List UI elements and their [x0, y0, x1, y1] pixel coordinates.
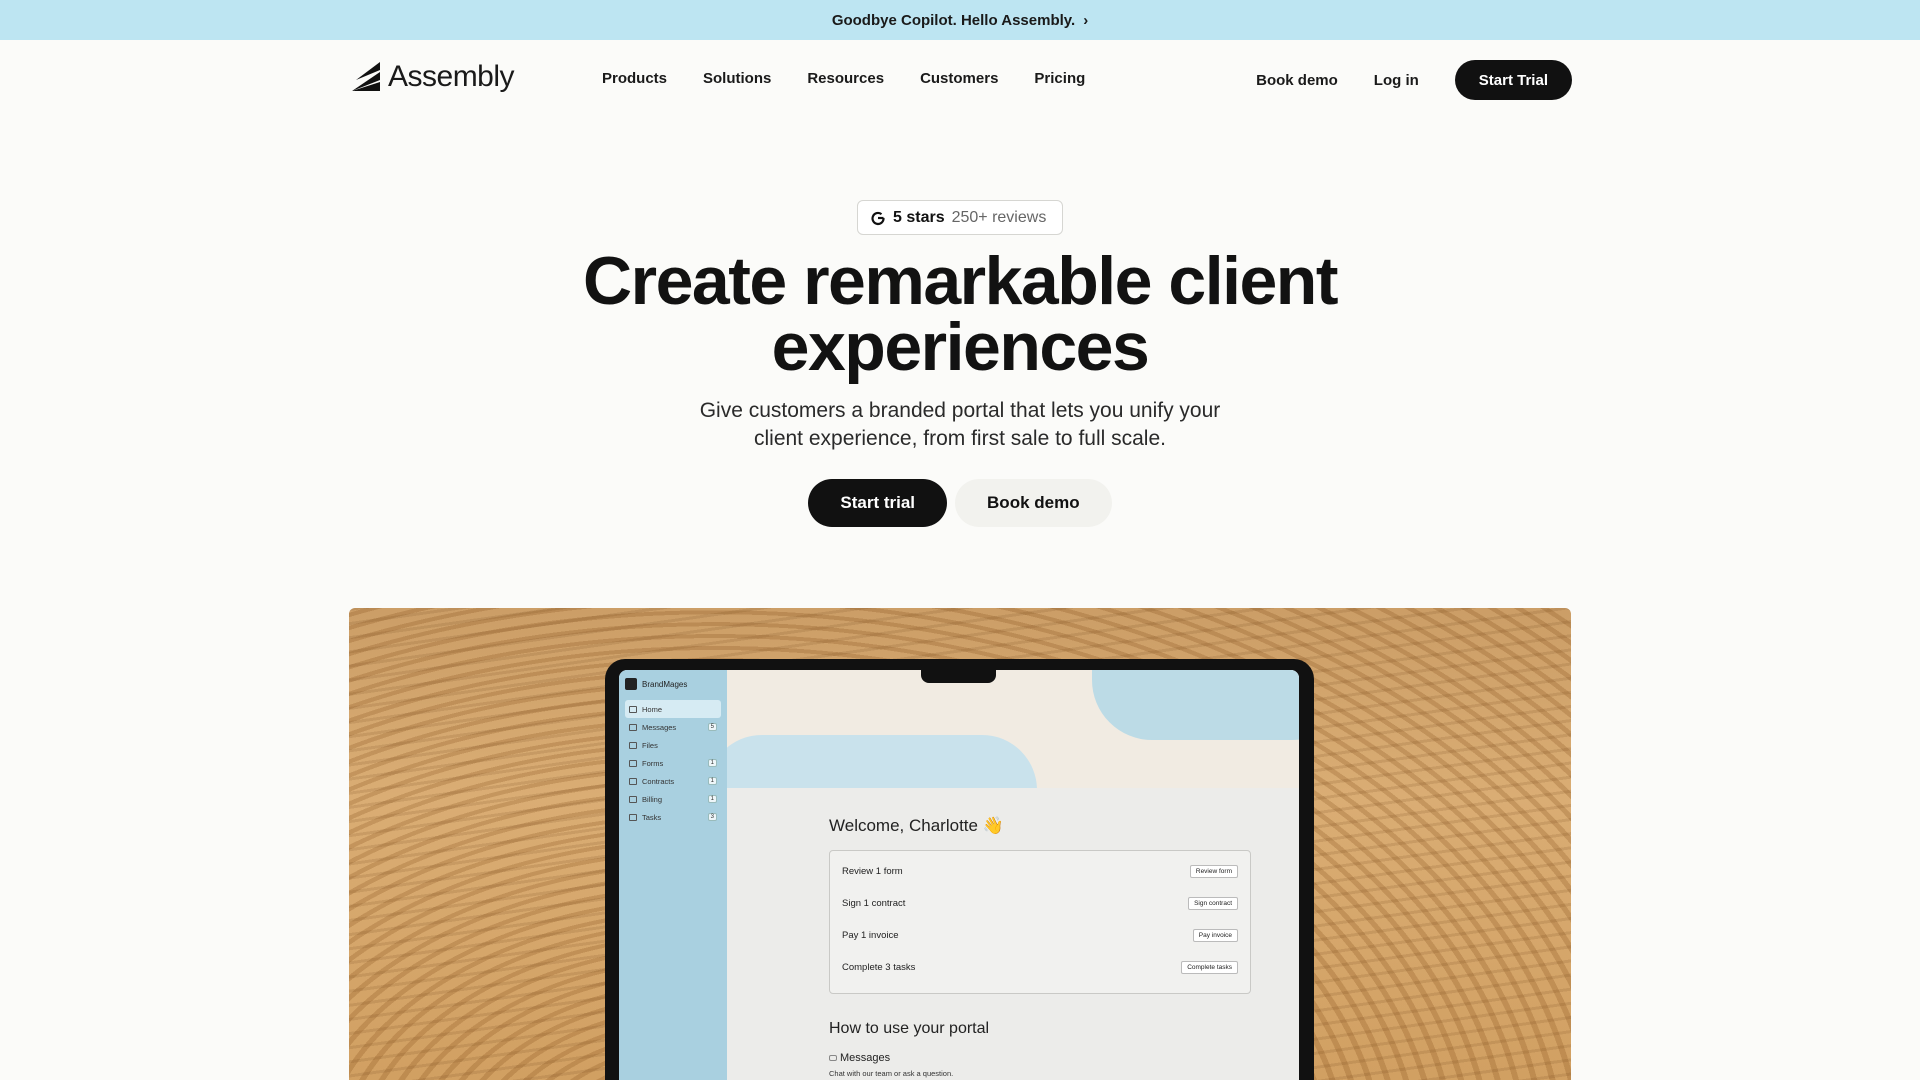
portal-sidebar-item-home[interactable]: Home [625, 700, 721, 718]
pay-invoice-button[interactable]: Pay invoice [1192, 928, 1238, 942]
portal-sidebar-item-messages[interactable]: Messages 5 [625, 718, 721, 736]
laptop-frame: BrandMages Home Messages 5 Files Forms 1 C… [605, 659, 1314, 1080]
task-label: Pay 1 invoice [842, 929, 899, 941]
review-form-button[interactable]: Review form [1189, 864, 1238, 878]
portal-sidebar-label: Home [642, 704, 663, 714]
task-row: Complete 3 tasks Complete tasks [842, 951, 1238, 983]
banner-shape [1092, 670, 1299, 740]
task-row: Review 1 form Review form [842, 855, 1238, 887]
nav-actions: Book demo Log in Start Trial [1256, 60, 1572, 100]
message-icon [629, 723, 637, 731]
portal-sidebar-label: Billing [642, 794, 663, 804]
announcement-bar[interactable]: Goodbye Copilot. Hello Assembly. › [0, 0, 1920, 40]
portal-banner [727, 670, 1299, 788]
portal-sidebar-label: Messages [642, 722, 677, 732]
task-row: Pay 1 invoice Pay invoice [842, 919, 1238, 951]
task-label: Review 1 form [842, 865, 903, 877]
folder-icon [629, 741, 637, 749]
rating-reviews: 250+ reviews [951, 208, 1047, 226]
nav-links: Products Solutions Resources Customers P… [602, 70, 1085, 87]
task-label: Complete 3 tasks [842, 961, 916, 973]
nav-item-pricing[interactable]: Pricing [1034, 70, 1085, 87]
nav-item-solutions[interactable]: Solutions [703, 70, 771, 87]
rating-badge[interactable]: 5 stars 250+ reviews [857, 200, 1063, 235]
portal-sidebar-label: Contracts [642, 776, 675, 786]
portal-brand-name: BrandMages [642, 679, 688, 689]
hero-subtitle-line1: Give customers a branded portal that let… [699, 399, 1221, 422]
nav-item-products[interactable]: Products [602, 70, 667, 87]
portal-sidebar-item-contracts[interactable]: Contracts 1 [625, 772, 721, 790]
portal-sidebar-item-tasks[interactable]: Tasks 3 [625, 808, 721, 826]
hero-product-image: BrandMages Home Messages 5 Files Forms 1 C… [349, 608, 1571, 1080]
contract-icon [629, 777, 637, 785]
brand-logo[interactable]: Assembly [350, 60, 515, 94]
book-demo-link[interactable]: Book demo [1256, 72, 1338, 89]
sign-contract-button[interactable]: Sign contract [1188, 896, 1238, 910]
home-icon [629, 705, 637, 713]
chat-bubble-icon [829, 1055, 837, 1061]
top-nav: Assembly Products Solutions Resources Cu… [0, 40, 1920, 118]
portal-sidebar: BrandMages Home Messages 5 Files Forms 1 C… [619, 670, 727, 1080]
portal-welcome: Welcome, Charlotte 👋 [829, 816, 1004, 835]
count-badge: 1 [707, 795, 717, 803]
hero-start-trial-button[interactable]: Start trial [808, 479, 948, 527]
portal-sidebar-label: Forms [642, 758, 664, 768]
billing-icon [629, 795, 637, 803]
g2-icon [871, 211, 885, 225]
complete-tasks-button[interactable]: Complete tasks [1181, 960, 1238, 974]
portal-brand: BrandMages [625, 678, 721, 690]
portal-sidebar-item-forms[interactable]: Forms 1 [625, 754, 721, 772]
start-trial-button[interactable]: Start Trial [1454, 60, 1572, 100]
portal-screen: BrandMages Home Messages 5 Files Forms 1 C… [619, 670, 1299, 1080]
login-link[interactable]: Log in [1374, 72, 1419, 89]
hero-title-line1: Create remarkable client [583, 243, 1338, 319]
portal-brand-icon [625, 678, 637, 690]
portal-sidebar-label: Files [642, 740, 658, 750]
announcement-text: Goodbye Copilot. Hello Assembly. [831, 11, 1076, 29]
task-row: Sign 1 contract Sign contract [842, 887, 1238, 919]
nav-item-resources[interactable]: Resources [807, 70, 884, 87]
hero-subtitle-line2: client experience, from first sale to fu… [753, 427, 1166, 450]
rating-stars: 5 stars [893, 208, 945, 226]
hero-book-demo-button[interactable]: Book demo [955, 479, 1112, 527]
form-icon [629, 759, 637, 767]
assembly-logo-icon [352, 62, 380, 91]
portal-messages-heading: Messages [829, 1052, 890, 1064]
chevron-right-icon: › [1083, 11, 1089, 29]
hero-cta-row: Start trial Book demo [0, 479, 1920, 527]
task-label: Sign 1 contract [842, 897, 906, 909]
hero-title-line2: experiences [771, 309, 1150, 385]
portal-howto-title: How to use your portal [829, 1020, 990, 1037]
count-badge: 5 [707, 723, 717, 731]
portal-task-list: Review 1 form Review form Sign 1 contract… [829, 850, 1251, 994]
portal-sidebar-item-files[interactable]: Files [625, 736, 721, 754]
portal-sidebar-item-billing[interactable]: Billing 1 [625, 790, 721, 808]
count-badge: 1 [707, 777, 717, 785]
count-badge: 1 [707, 759, 717, 767]
portal-messages-desc: Chat with our team or ask a question. [829, 1069, 954, 1078]
count-badge: 3 [707, 813, 717, 821]
brand-name: Assembly [388, 60, 515, 93]
laptop-notch [921, 659, 996, 683]
messages-heading-text: Messages [840, 1052, 891, 1064]
hero-title: Create remarkable client experiences [0, 243, 1920, 385]
nav-item-customers[interactable]: Customers [920, 70, 998, 87]
portal-sidebar-label: Tasks [642, 812, 662, 822]
tasks-icon [629, 813, 637, 821]
hero-subtitle: Give customers a branded portal that let… [660, 397, 1260, 453]
banner-shape [727, 735, 1037, 788]
